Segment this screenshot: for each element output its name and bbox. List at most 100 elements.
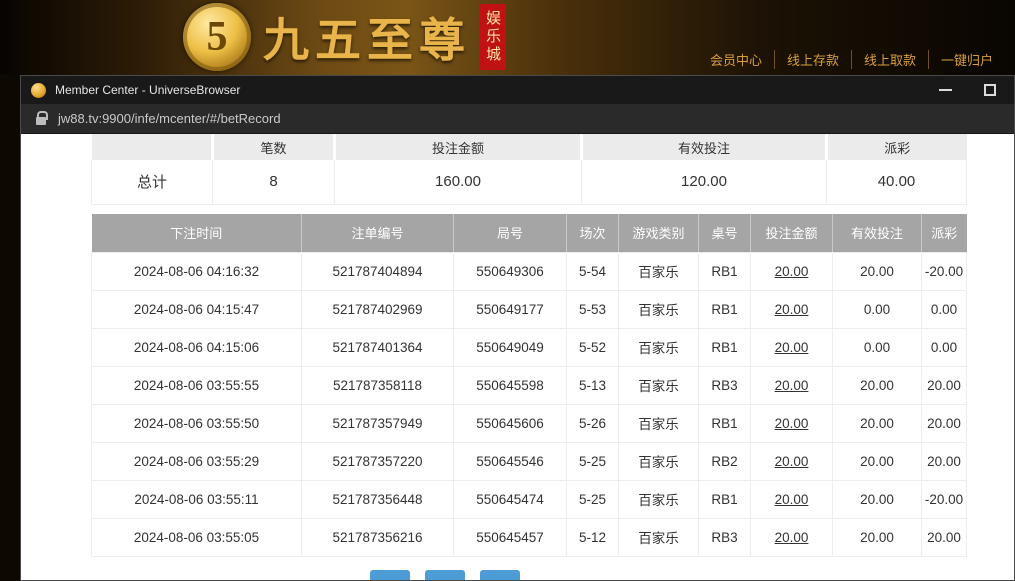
payout-cell: 0.00 (922, 290, 967, 328)
game-type-cell: 百家乐 (619, 442, 699, 480)
nav-online-deposit[interactable]: 线上存款 (775, 50, 852, 69)
nav-member-center[interactable]: 会员中心 (698, 50, 775, 69)
table-row: 2024-08-06 03:55:29 521787357220 5506455… (92, 442, 967, 480)
round-id-cell: 550649177 (454, 290, 567, 328)
order-id-cell: 521787357949 (302, 404, 454, 442)
table-row: 2024-08-06 04:16:32 521787404894 5506493… (92, 252, 967, 290)
payout-cell: 20.00 (922, 404, 967, 442)
valid-bet-cell: 20.00 (833, 442, 922, 480)
game-type-cell: 百家乐 (619, 290, 699, 328)
table-no-cell: RB1 (699, 480, 751, 518)
table-row: 2024-08-06 03:55:50 521787357949 5506456… (92, 404, 967, 442)
payout-cell: 20.00 (922, 366, 967, 404)
summary-total-label: 总计 (92, 160, 213, 204)
browser-window: Member Center - UniverseBrowser jw88.tv:… (20, 75, 1015, 581)
payout-cell: -20.00 (922, 480, 967, 518)
order-id-cell: 521787358118 (302, 366, 454, 404)
brand-title: 九五至尊 (263, 4, 471, 70)
bet-time-cell: 2024-08-06 03:55:55 (92, 366, 302, 404)
session-cell: 5-25 (567, 442, 619, 480)
table-row: 2024-08-06 03:55:55 521787358118 5506455… (92, 366, 967, 404)
maximize-button[interactable] (984, 84, 996, 96)
table-no-cell: RB1 (699, 252, 751, 290)
bet-amount-link[interactable]: 20.00 (751, 404, 833, 442)
summary-payout-value: 40.00 (827, 160, 967, 204)
round-id-cell: 550645546 (454, 442, 567, 480)
brand-badge: 娱乐城 (479, 4, 506, 70)
payout-cell: 20.00 (922, 518, 967, 556)
pagination-button[interactable] (370, 570, 410, 580)
bet-time-cell: 2024-08-06 04:15:47 (92, 290, 302, 328)
session-cell: 5-12 (567, 518, 619, 556)
header-valid-bet: 有效投注 (833, 214, 922, 252)
table-row: 2024-08-06 03:55:05 521787356216 5506454… (92, 518, 967, 556)
minimize-button[interactable] (939, 89, 952, 91)
order-id-cell: 521787356216 (302, 518, 454, 556)
table-no-cell: RB3 (699, 518, 751, 556)
bet-amount-link[interactable]: 20.00 (751, 290, 833, 328)
header-bet-amount: 投注金额 (751, 214, 833, 252)
bet-amount-link[interactable]: 20.00 (751, 366, 833, 404)
window-titlebar: Member Center - UniverseBrowser (21, 76, 1014, 104)
table-no-cell: RB1 (699, 290, 751, 328)
summary-valid-bet-value: 120.00 (582, 160, 827, 204)
header-bet-time: 下注时间 (92, 214, 302, 252)
header-session: 场次 (567, 214, 619, 252)
table-row: 2024-08-06 04:15:47 521787402969 5506491… (92, 290, 967, 328)
summary-count-value: 8 (213, 160, 335, 204)
window-controls (939, 84, 1004, 96)
header-round-id: 局号 (454, 214, 567, 252)
payout-cell: -20.00 (922, 252, 967, 290)
coin-number: 5 (207, 13, 228, 61)
summary-header-valid-bet: 有效投注 (582, 134, 827, 160)
bet-amount-link[interactable]: 20.00 (751, 518, 833, 556)
pagination-button[interactable] (425, 570, 465, 580)
bet-amount-link[interactable]: 20.00 (751, 480, 833, 518)
game-type-cell: 百家乐 (619, 366, 699, 404)
payout-cell: 0.00 (922, 328, 967, 366)
bet-amount-link[interactable]: 20.00 (751, 442, 833, 480)
round-id-cell: 550645606 (454, 404, 567, 442)
table-no-cell: RB1 (699, 328, 751, 366)
summary-total-row: 总计 8 160.00 120.00 40.00 (92, 160, 967, 204)
game-type-cell: 百家乐 (619, 328, 699, 366)
game-type-cell: 百家乐 (619, 518, 699, 556)
order-id-cell: 521787356448 (302, 480, 454, 518)
valid-bet-cell: 20.00 (833, 366, 922, 404)
bet-table-header-row: 下注时间 注单编号 局号 场次 游戏类别 桌号 投注金额 有效投注 派彩 (92, 214, 967, 252)
round-id-cell: 550649049 (454, 328, 567, 366)
url-text[interactable]: jw88.tv:9900/infe/mcenter/#/betRecord (58, 111, 281, 126)
summary-header-count: 笔数 (213, 134, 335, 160)
bet-time-cell: 2024-08-06 03:55:29 (92, 442, 302, 480)
pagination (370, 570, 520, 580)
nav-online-withdraw[interactable]: 线上取款 (852, 50, 929, 69)
round-id-cell: 550645474 (454, 480, 567, 518)
bet-record-table: 下注时间 注单编号 局号 场次 游戏类别 桌号 投注金额 有效投注 派彩 202… (91, 214, 967, 557)
pagination-button[interactable] (480, 570, 520, 580)
bet-time-cell: 2024-08-06 04:16:32 (92, 252, 302, 290)
valid-bet-cell: 20.00 (833, 518, 922, 556)
valid-bet-cell: 20.00 (833, 252, 922, 290)
casino-banner: 5 九五至尊 娱乐城 会员中心 线上存款 线上取款 一键归户 (0, 0, 1015, 75)
banner-nav: 会员中心 线上存款 线上取款 一键归户 (698, 50, 993, 69)
table-no-cell: RB1 (699, 404, 751, 442)
order-id-cell: 521787357220 (302, 442, 454, 480)
game-type-cell: 百家乐 (619, 404, 699, 442)
valid-bet-cell: 20.00 (833, 480, 922, 518)
bet-amount-link[interactable]: 20.00 (751, 252, 833, 290)
order-id-cell: 521787404894 (302, 252, 454, 290)
round-id-cell: 550645598 (454, 366, 567, 404)
valid-bet-cell: 0.00 (833, 328, 922, 366)
bet-amount-link[interactable]: 20.00 (751, 328, 833, 366)
session-cell: 5-52 (567, 328, 619, 366)
summary-header-bet-amount: 投注金额 (335, 134, 582, 160)
table-row: 2024-08-06 04:15:06 521787401364 5506490… (92, 328, 967, 366)
address-bar[interactable]: jw88.tv:9900/infe/mcenter/#/betRecord (21, 104, 1014, 134)
order-id-cell: 521787402969 (302, 290, 454, 328)
header-order-id: 注单编号 (302, 214, 454, 252)
bet-time-cell: 2024-08-06 03:55:11 (92, 480, 302, 518)
round-id-cell: 550645457 (454, 518, 567, 556)
header-payout: 派彩 (922, 214, 967, 252)
summary-header-payout: 派彩 (827, 134, 967, 160)
nav-one-key-transfer[interactable]: 一键归户 (929, 50, 993, 69)
